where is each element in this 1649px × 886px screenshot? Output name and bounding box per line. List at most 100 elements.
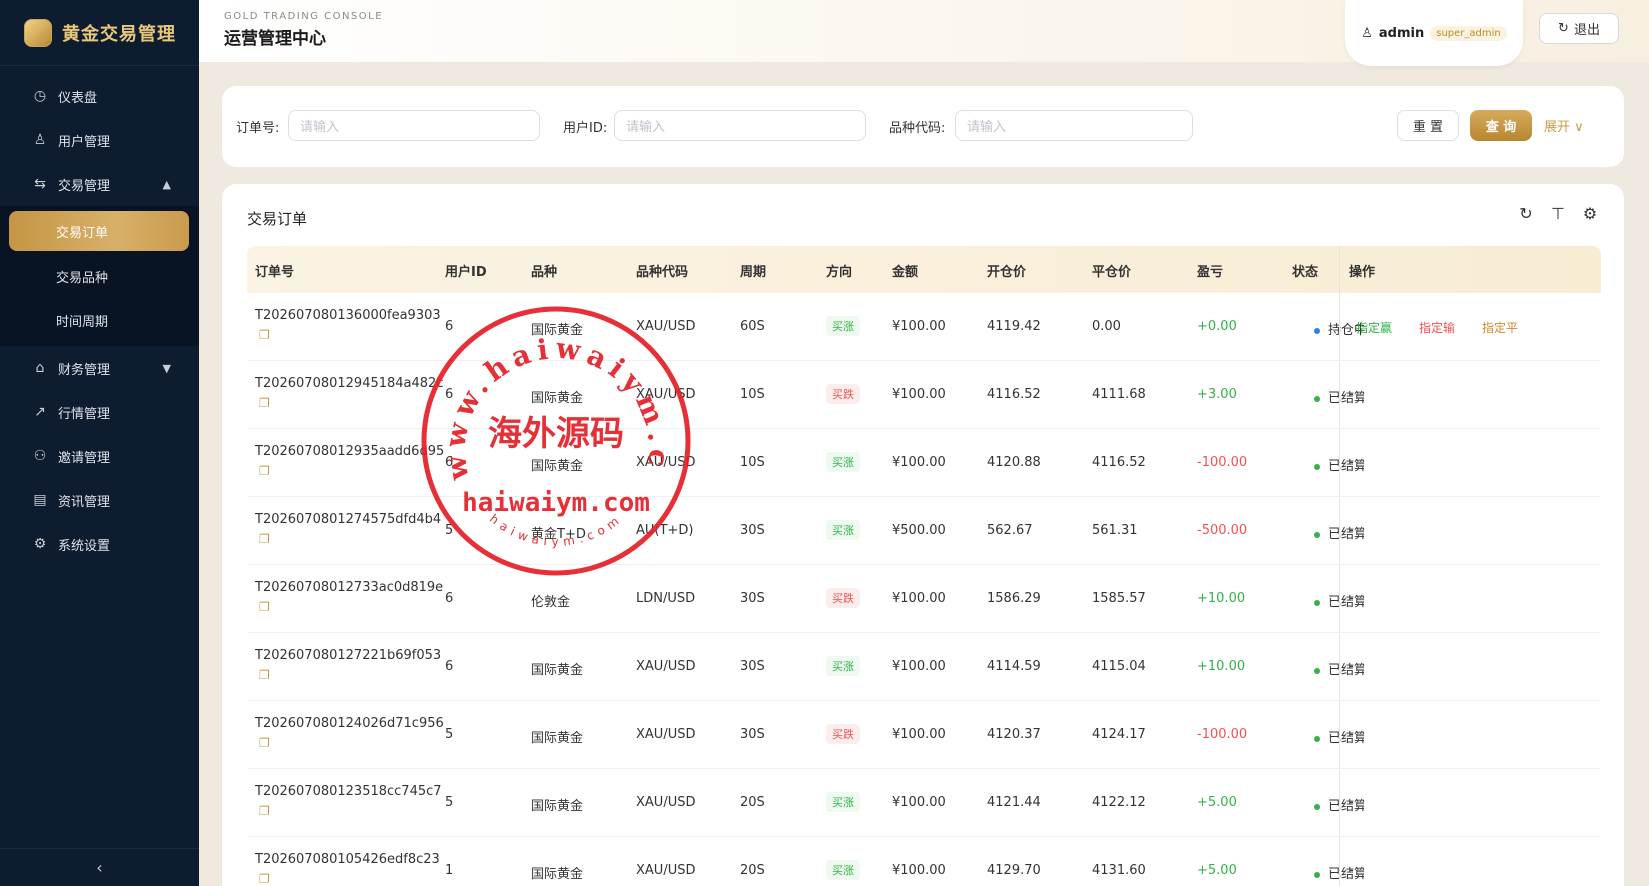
- refresh-icon[interactable]: ↻: [1518, 204, 1534, 223]
- user-id: 6: [445, 591, 454, 606]
- sidebar-item-news[interactable]: ▤ 资讯管理: [0, 478, 199, 522]
- user-menu[interactable]: ♙ admin super_admin: [1345, 0, 1523, 66]
- fixed-column-divider: [1339, 361, 1340, 428]
- fixed-column-divider: [1339, 293, 1340, 360]
- sidebar-subitem-periods[interactable]: 时间周期: [0, 298, 199, 342]
- expand-button[interactable]: 展开 ∨: [1544, 116, 1584, 135]
- pnl-value: +0.00: [1197, 319, 1237, 334]
- user-id: 6: [445, 319, 454, 334]
- document-icon: ▤: [33, 492, 47, 508]
- open-price: 4119.42: [987, 319, 1041, 334]
- table-row[interactable]: T202607080127221b69f053 ❐ 6 国际黄金 XAU/USD 30S 买…: [247, 633, 1601, 701]
- set-win-button[interactable]: 指定赢: [1356, 319, 1392, 336]
- order-number-label: 订单号:: [236, 121, 280, 136]
- copy-icon[interactable]: ❐: [259, 667, 441, 684]
- table-row[interactable]: T20260708012733ac0d819e ❐ 6 伦敦金 LDN/USD 30S 买跌…: [247, 565, 1601, 633]
- order-number-input[interactable]: 请输入: [288, 110, 540, 141]
- table-row[interactable]: T20260708012935aadd6d95 ❐ 6 国际黄金 XAU/USD 10S 买…: [247, 429, 1601, 497]
- amount: ¥100.00: [892, 863, 946, 878]
- pnl-value: +3.00: [1197, 387, 1237, 402]
- sidebar-item-invite[interactable]: ⚇ 邀请管理: [0, 434, 199, 478]
- table-row[interactable]: T202607080105426edf8c23 ❐ 1 国际黄金 XAU/USD 20S 买…: [247, 837, 1601, 886]
- amount: ¥100.00: [892, 319, 946, 334]
- copy-icon[interactable]: ❐: [259, 803, 442, 820]
- logout-label: 退出: [1573, 23, 1600, 38]
- sidebar-item-trade[interactable]: ⇆ 交易管理 ▲: [0, 162, 199, 206]
- logo-icon: [24, 18, 52, 47]
- direction-badge: 买跌: [826, 588, 860, 608]
- close-price: 4124.17: [1092, 727, 1146, 742]
- chevron-down-icon: ∨: [1574, 120, 1584, 135]
- copy-icon[interactable]: ❐: [259, 871, 440, 886]
- sidebar-item-dashboard[interactable]: ◷ 仪表盘: [0, 74, 199, 118]
- pnl-value: -100.00: [1197, 455, 1248, 470]
- col-status-header: 状态: [1292, 265, 1319, 280]
- sidebar-subitem-symbols[interactable]: 交易品种: [0, 254, 199, 298]
- symbol-name: 国际黄金: [531, 799, 584, 814]
- open-price: 1586.29: [987, 591, 1041, 606]
- status-dot: [1314, 803, 1320, 810]
- reset-button[interactable]: 重 置: [1397, 110, 1459, 141]
- symbol-code: XAU/USD: [636, 795, 696, 810]
- sidebar-item-users[interactable]: ♙ 用户管理: [0, 118, 199, 162]
- table-body: T202607080136000fea9303 ❐ 6 国际黄金 XAU/USD 60S 买…: [247, 293, 1601, 886]
- sidebar-item-label: 用户管理: [58, 134, 111, 150]
- direction-badge: 买跌: [826, 724, 860, 744]
- pnl-value: -100.00: [1197, 727, 1248, 742]
- column-height-icon[interactable]: ⊤: [1550, 204, 1566, 223]
- page-title: 运营管理中心: [224, 29, 326, 49]
- table-row[interactable]: T202607080136000fea9303 ❐ 6 国际黄金 XAU/USD 60S 买…: [247, 293, 1601, 361]
- open-price: 562.67: [987, 523, 1033, 538]
- user-id-input[interactable]: 请输入: [614, 110, 866, 141]
- sidebar-item-settings[interactable]: ⚙ 系统设置: [0, 522, 199, 566]
- fixed-column-divider: [1339, 565, 1340, 632]
- table-row[interactable]: T202607080123518cc745c7 ❐ 5 国际黄金 XAU/USD 20S 买…: [247, 769, 1601, 837]
- table-row[interactable]: T20260708012945184a482c ❐ 6 国际黄金 XAU/USD 10S 买…: [247, 361, 1601, 429]
- direction-badge: 买涨: [826, 792, 860, 812]
- set-lose-button[interactable]: 指定输: [1419, 319, 1455, 336]
- pnl-value: +5.00: [1197, 863, 1237, 878]
- chevron-down-icon: ▼: [162, 361, 171, 375]
- sidebar-item-label: 仪表盘: [58, 90, 98, 106]
- chevron-up-icon: ▲: [162, 177, 171, 191]
- copy-icon[interactable]: ❐: [259, 395, 443, 412]
- status-dot: [1314, 395, 1320, 402]
- symbol-name: 国际黄金: [531, 663, 584, 678]
- symbol-code-input[interactable]: 请输入: [955, 110, 1193, 141]
- user-id-label: 用户ID:: [563, 121, 608, 136]
- order-number: T202607080127221b69f053 ❐: [255, 648, 442, 684]
- collapse-sidebar-button[interactable]: ‹: [0, 848, 199, 886]
- sidebar-item-finance[interactable]: ⌂ 财务管理 ▼: [0, 346, 199, 390]
- copy-icon[interactable]: ❐: [259, 599, 443, 616]
- close-price: 1585.57: [1092, 591, 1146, 606]
- open-price: 4120.37: [987, 727, 1041, 742]
- query-button[interactable]: 查 询: [1470, 110, 1532, 141]
- user-icon: ♙: [1361, 25, 1373, 41]
- copy-icon[interactable]: ❐: [259, 327, 441, 344]
- settings-icon[interactable]: ⚙: [1582, 204, 1598, 223]
- table-row[interactable]: T2026070801274575dfd4b4 ❐ 5 黄金T+D AU(T+D) 30S…: [247, 497, 1601, 565]
- sidebar-item-market[interactable]: ↗ 行情管理: [0, 390, 199, 434]
- logout-button[interactable]: ↻ 退出: [1539, 13, 1619, 44]
- sidebar-item-label: 行情管理: [58, 406, 111, 422]
- table-row[interactable]: T202607080124026d71c956 ❐ 5 国际黄金 XAU/USD 30S 买…: [247, 701, 1601, 769]
- direction-badge: 买跌: [826, 384, 860, 404]
- sidebar-subitem-orders[interactable]: 交易订单: [9, 211, 189, 251]
- period: 30S: [740, 727, 765, 742]
- sidebar-item-label: 资讯管理: [58, 494, 111, 510]
- open-price: 4120.88: [987, 455, 1041, 470]
- col-direction-header: 方向: [826, 265, 853, 280]
- status-dot: [1314, 463, 1320, 470]
- copy-icon[interactable]: ❐: [259, 531, 441, 548]
- period: 10S: [740, 455, 765, 470]
- no-action: -: [1349, 727, 1354, 742]
- period: 20S: [740, 863, 765, 878]
- set-flat-button[interactable]: 指定平: [1482, 319, 1518, 336]
- user-icon: ♙: [33, 132, 47, 148]
- no-action: -: [1349, 863, 1354, 878]
- sidebar-menu: ◷ 仪表盘 ♙ 用户管理 ⇆ 交易管理 ▲ 交易订单 交易品种 时间周期 ⌂ 财…: [0, 66, 199, 566]
- copy-icon[interactable]: ❐: [259, 463, 444, 480]
- sidebar-item-label: 财务管理: [58, 362, 111, 378]
- symbol-name: 国际黄金: [531, 867, 584, 882]
- copy-icon[interactable]: ❐: [259, 735, 444, 752]
